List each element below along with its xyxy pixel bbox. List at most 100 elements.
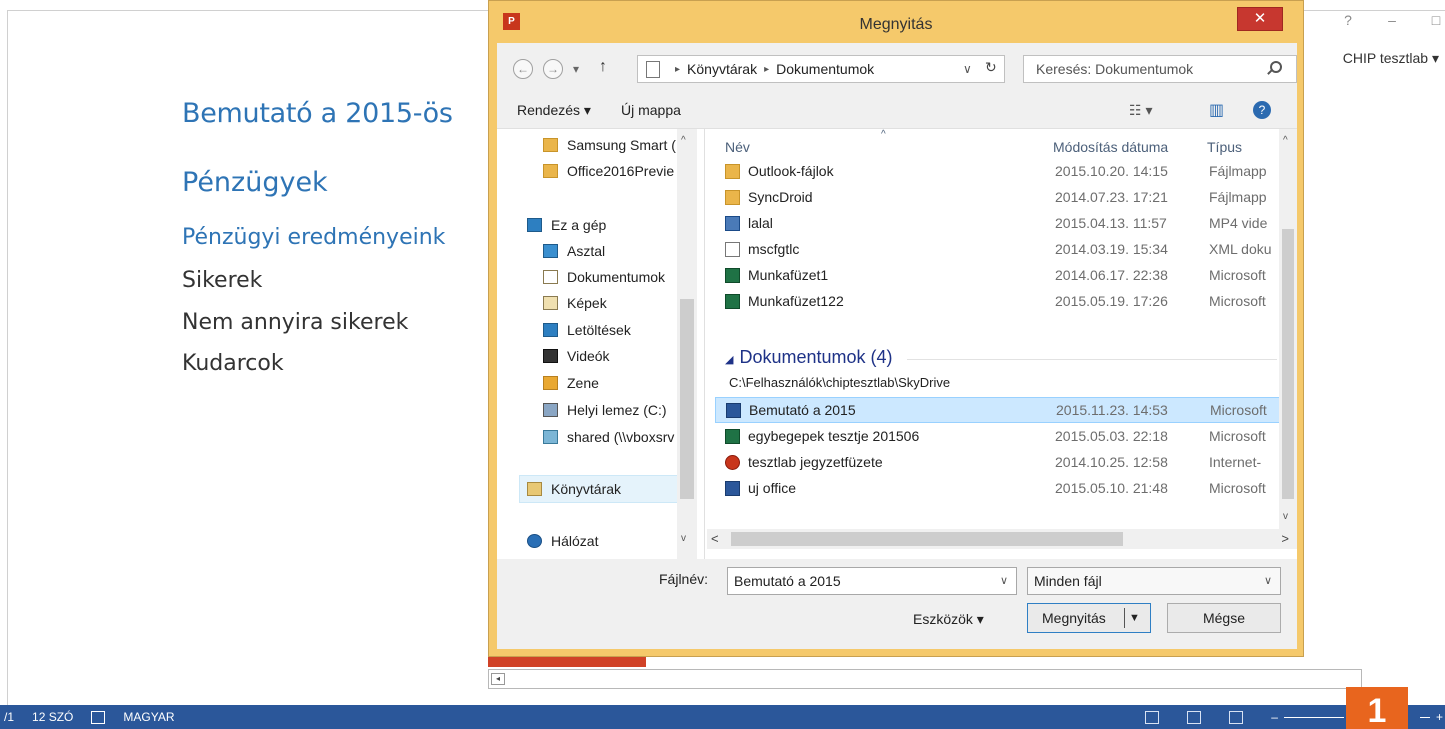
view-options-icon[interactable]: ☷ ▾ bbox=[1129, 102, 1152, 119]
filename-input[interactable]: Bemutató a 2015 ∨ bbox=[727, 567, 1017, 595]
file-row[interactable]: SyncDroid 2014.07.23. 17:21 Fájlmapp bbox=[715, 185, 1285, 211]
recent-locations-button[interactable]: ▾ bbox=[573, 62, 579, 76]
group-header[interactable]: ◢ Dokumentumok (4) bbox=[725, 347, 893, 368]
zoom-out-button[interactable]: – bbox=[1271, 710, 1278, 724]
downloads-icon bbox=[543, 323, 558, 337]
excel-file-icon bbox=[725, 428, 740, 444]
help-button[interactable]: ? bbox=[1339, 12, 1357, 28]
cancel-button[interactable]: Mégse bbox=[1167, 603, 1281, 633]
scroll-up-icon[interactable]: ^ bbox=[1283, 135, 1288, 146]
breadcrumb-documents[interactable]: Dokumentumok bbox=[776, 61, 874, 77]
up-button[interactable]: ↑ bbox=[599, 58, 607, 76]
breadcrumb-separator-icon: ▸ bbox=[764, 63, 770, 75]
refresh-icon[interactable]: ↻ bbox=[985, 59, 997, 76]
nav-item-this-pc[interactable]: Ez a gép bbox=[527, 217, 606, 233]
dialog-titlebar[interactable]: P Megnyitás ✕ bbox=[489, 1, 1303, 36]
breadcrumb-libraries[interactable]: Könyvtárak bbox=[687, 61, 757, 77]
zoom-slider[interactable] bbox=[1283, 716, 1344, 718]
document-subheading: Pénzügyi eredményeink bbox=[182, 225, 446, 250]
excel-file-icon bbox=[725, 293, 740, 309]
nav-item-documents[interactable]: Dokumentumok bbox=[543, 269, 665, 285]
file-row[interactable]: Munkafüzet1 2014.06.17. 22:38 Microsoft bbox=[715, 263, 1285, 289]
nav-scrollbar[interactable]: ^ v bbox=[677, 129, 697, 559]
file-row[interactable]: uj office 2015.05.10. 21:48 Microsoft bbox=[715, 476, 1285, 502]
nav-item-label: Office2016Previe bbox=[567, 163, 675, 179]
scroll-down-icon[interactable]: v bbox=[1283, 511, 1288, 522]
scroll-up-icon[interactable]: ^ bbox=[681, 135, 686, 146]
read-mode-icon[interactable] bbox=[1145, 710, 1160, 724]
open-button[interactable]: Megnyitás ▼ bbox=[1027, 603, 1151, 633]
hscroll-thumb[interactable] bbox=[731, 532, 1123, 546]
screen: Bemutató a 2015-ös Pénzügyek Pénzügyi er… bbox=[0, 0, 1445, 729]
nav-item-label: Letöltések bbox=[567, 322, 631, 338]
column-header-name[interactable]: Név bbox=[725, 139, 750, 155]
filename-label: Fájlnév: bbox=[659, 571, 709, 587]
nav-item-pictures[interactable]: Képek bbox=[543, 295, 607, 311]
nav-item-libraries[interactable]: Könyvtárak bbox=[527, 481, 621, 497]
file-type: Microsoft bbox=[1209, 428, 1266, 444]
column-header-type[interactable]: Típus bbox=[1207, 139, 1242, 155]
search-icon[interactable] bbox=[1270, 61, 1282, 73]
preview-pane-icon[interactable]: ▥ bbox=[1209, 100, 1224, 120]
document-horizontal-scrollbar[interactable]: ◂ bbox=[488, 669, 1362, 689]
new-folder-button[interactable]: Új mappa bbox=[621, 102, 681, 118]
nav-item-office2016[interactable]: Office2016Previe bbox=[543, 163, 674, 179]
chevron-down-icon[interactable]: ∨ bbox=[1000, 568, 1008, 594]
user-name-label: CHIP tesztlab bbox=[1342, 50, 1429, 66]
nav-scroll-thumb[interactable] bbox=[680, 299, 694, 499]
zoom-in-button[interactable]: + bbox=[1436, 710, 1443, 724]
scroll-right-icon[interactable]: > bbox=[1281, 531, 1289, 546]
scroll-left-icon[interactable]: ◂ bbox=[491, 673, 505, 685]
web-layout-icon[interactable] bbox=[1229, 710, 1244, 724]
file-date: 2015.05.03. 22:18 bbox=[1055, 428, 1168, 444]
document-line: Nem annyira sikerek bbox=[182, 310, 409, 335]
nav-item-desktop[interactable]: Asztal bbox=[543, 243, 605, 259]
file-row[interactable]: lalal 2015.04.13. 11:57 MP4 vide bbox=[715, 211, 1285, 237]
tools-button[interactable]: Eszközök ▾ bbox=[913, 611, 984, 628]
back-button[interactable]: ← bbox=[513, 59, 533, 79]
maximize-button[interactable]: □ bbox=[1427, 12, 1445, 28]
nav-item-samsung[interactable]: Samsung Smart ( bbox=[543, 137, 676, 153]
organize-button[interactable]: Rendezés ▾ bbox=[517, 102, 591, 119]
user-account[interactable]: CHIP tesztlab ▾ bbox=[1343, 50, 1439, 67]
language[interactable]: MAGYAR bbox=[123, 710, 174, 724]
nav-item-downloads[interactable]: Letöltések bbox=[543, 322, 631, 338]
xml-file-icon bbox=[725, 241, 740, 257]
minimize-button[interactable]: – bbox=[1383, 12, 1401, 28]
file-row[interactable]: egybegepek tesztje 201506 2015.05.03. 22… bbox=[715, 424, 1285, 450]
help-icon[interactable]: ? bbox=[1253, 101, 1271, 119]
file-row[interactable]: tesztlab jegyzetfüzete 2014.10.25. 12:58… bbox=[715, 450, 1285, 476]
nav-item-music[interactable]: Zene bbox=[543, 375, 599, 391]
scroll-down-icon[interactable]: v bbox=[681, 533, 686, 544]
proofing-icon[interactable] bbox=[91, 710, 106, 724]
page-count[interactable]: /1 bbox=[4, 710, 14, 724]
chevron-down-icon[interactable]: ∨ bbox=[1264, 568, 1272, 594]
nav-item-videos[interactable]: Videók bbox=[543, 348, 610, 364]
file-row-selected[interactable]: Bemutató a 2015 2015.11.23. 14:53 Micros… bbox=[715, 397, 1285, 423]
word-count[interactable]: 12 SZÓ bbox=[32, 710, 73, 724]
address-bar[interactable]: ▸ Könyvtárak ▸ Dokumentumok bbox=[637, 55, 1005, 83]
print-layout-icon[interactable] bbox=[1187, 710, 1202, 724]
nav-item-network[interactable]: Hálózat bbox=[527, 533, 598, 549]
word-file-icon bbox=[726, 402, 741, 418]
file-row[interactable]: Outlook-fájlok 2015.10.20. 14:15 Fájlmap… bbox=[715, 159, 1285, 185]
close-button[interactable]: ✕ bbox=[1237, 7, 1283, 31]
search-input[interactable]: Keresés: Dokumentumok bbox=[1023, 55, 1297, 83]
file-scroll-thumb[interactable] bbox=[1282, 229, 1294, 499]
nav-item-label: Asztal bbox=[567, 243, 606, 259]
scroll-left-icon[interactable]: < bbox=[711, 531, 719, 546]
file-row[interactable]: Munkafüzet122 2015.05.19. 17:26 Microsof… bbox=[715, 289, 1285, 315]
file-list-scrollbar[interactable]: ^ v bbox=[1279, 129, 1297, 529]
column-header-date[interactable]: Módosítás dátuma bbox=[1053, 139, 1168, 155]
address-dropdown-icon[interactable]: ∨ bbox=[963, 62, 972, 76]
file-list-hscrollbar[interactable]: < > bbox=[707, 529, 1297, 549]
open-options-icon[interactable]: ▼ bbox=[1124, 608, 1144, 628]
collapse-icon[interactable]: ◢ bbox=[725, 354, 733, 366]
zoom-slider-right[interactable] bbox=[1419, 716, 1430, 718]
forward-button[interactable]: → bbox=[543, 59, 563, 79]
nav-item-local-disk[interactable]: Helyi lemez (C:) bbox=[543, 402, 667, 418]
file-row[interactable]: mscfgtlc 2014.03.19. 15:34 XML doku bbox=[715, 237, 1285, 263]
file-name: lalal bbox=[748, 215, 773, 231]
nav-item-shared[interactable]: shared (\\vboxsrv bbox=[543, 429, 674, 445]
filetype-select[interactable]: Minden fájl ∨ bbox=[1027, 567, 1281, 595]
